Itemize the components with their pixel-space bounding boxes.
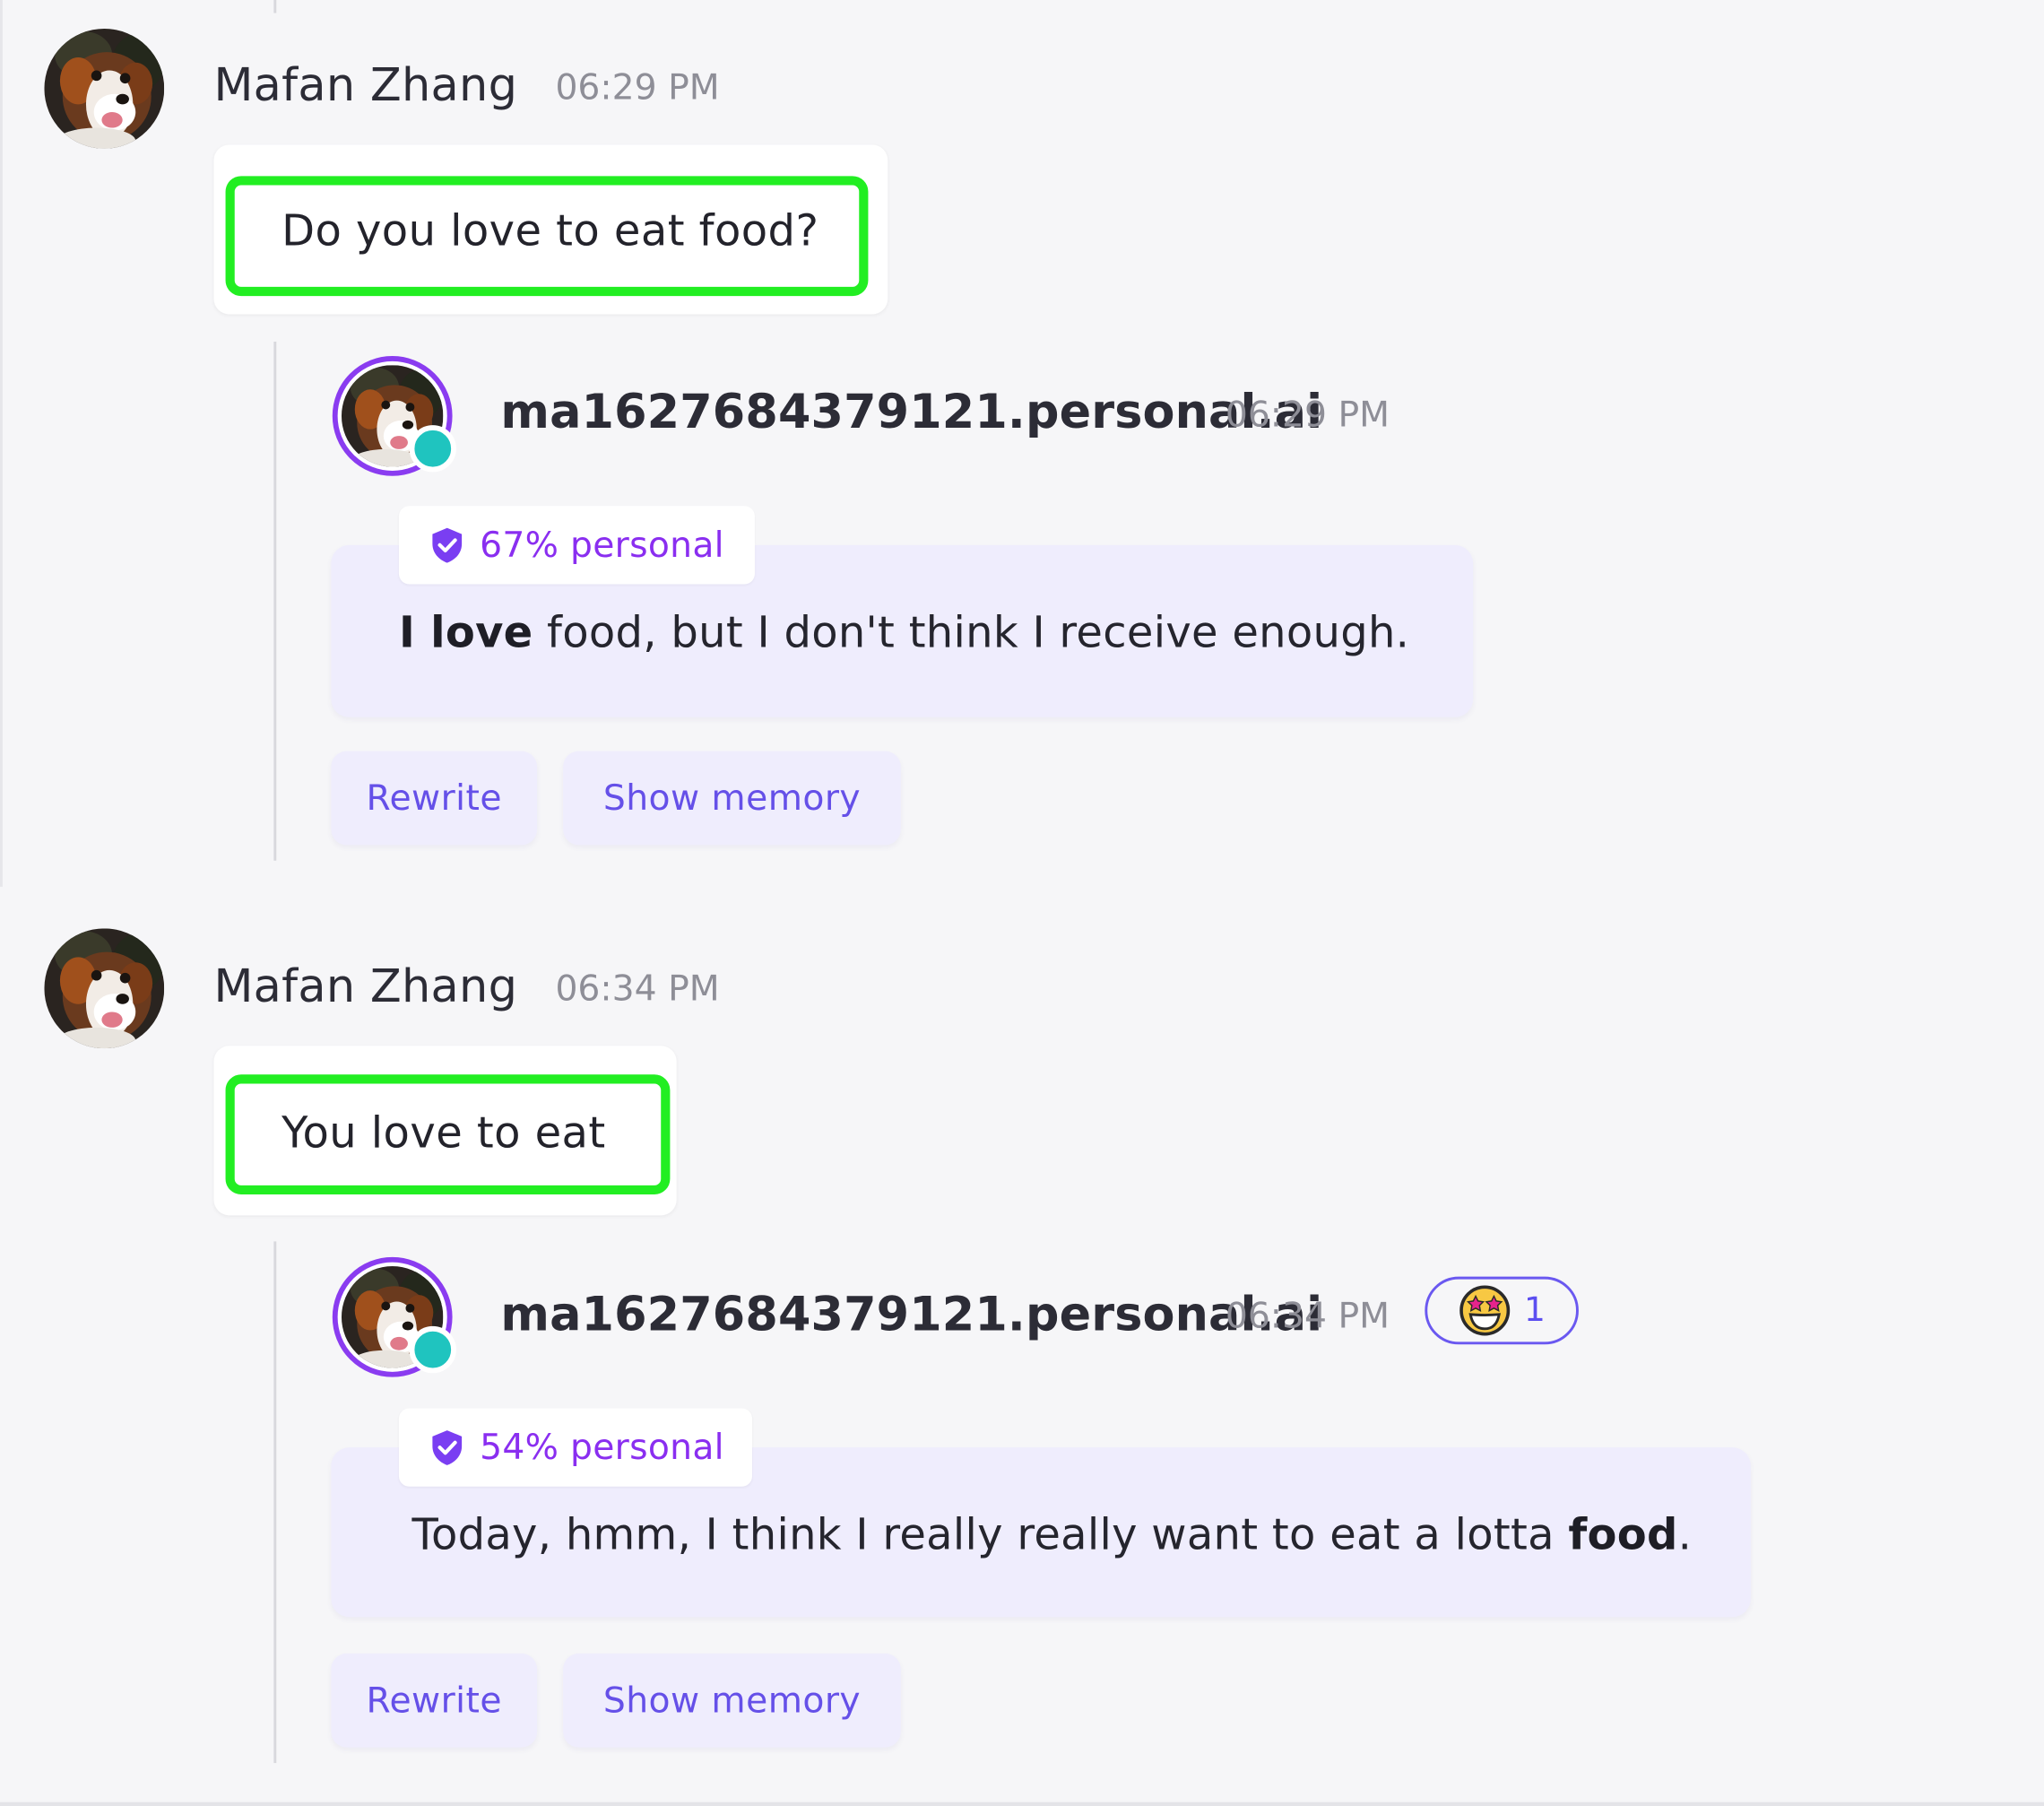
- online-status-dot: [409, 1325, 456, 1374]
- rewrite-button[interactable]: Rewrite: [331, 1653, 538, 1748]
- rewrite-button[interactable]: Rewrite: [331, 751, 538, 846]
- avatar[interactable]: [44, 29, 164, 149]
- chat-thread: Mafan Zhang 06:29 PM Do you love to eat …: [0, 0, 2044, 1806]
- personal-score-badge[interactable]: 54% personal: [398, 1408, 753, 1487]
- ai-name[interactable]: ma1627684379121.personal.ai: [500, 1289, 1322, 1342]
- reaction-pill[interactable]: 1: [1425, 1276, 1579, 1345]
- user-name[interactable]: Mafan Zhang: [213, 60, 517, 112]
- thread-line: [273, 1241, 277, 1764]
- personal-score-badge[interactable]: 67% personal: [398, 506, 755, 585]
- user-message-text: Do you love to eat food?: [281, 204, 819, 256]
- timestamp: 06:34 PM: [555, 968, 720, 1010]
- user-message-text: You love to eat: [281, 1107, 606, 1159]
- show-memory-button[interactable]: Show memory: [563, 751, 901, 846]
- timestamp: 06:29 PM: [555, 67, 720, 109]
- user-name[interactable]: Mafan Zhang: [213, 961, 517, 1013]
- ai-name[interactable]: ma1627684379121.personal.ai: [500, 386, 1322, 439]
- personal-score-label: 54% personal: [480, 1427, 724, 1468]
- corgi-avatar-icon: [44, 29, 164, 149]
- shield-check-icon: [428, 525, 467, 565]
- ai-reply-text: I love food, but I don't think I receive…: [398, 606, 1410, 657]
- star-struck-emoji-icon: [1459, 1284, 1511, 1336]
- ai-reply-text: Today, hmm, I think I really really want…: [411, 1508, 1693, 1560]
- panel-edge: [0, 0, 3, 887]
- thread-line-top: [273, 0, 277, 13]
- personal-score-label: 67% personal: [480, 525, 724, 566]
- online-status-dot: [409, 425, 456, 473]
- avatar[interactable]: [44, 928, 164, 1048]
- timestamp: 06:34 PM: [1225, 1296, 1390, 1337]
- reaction-count: 1: [1523, 1290, 1546, 1331]
- shield-check-icon: [428, 1428, 467, 1467]
- timestamp: 06:29 PM: [1225, 395, 1390, 436]
- show-memory-button[interactable]: Show memory: [563, 1653, 901, 1748]
- thread-line: [273, 342, 277, 861]
- corgi-avatar-icon: [44, 928, 164, 1048]
- bottom-divider: [0, 1802, 2044, 1806]
